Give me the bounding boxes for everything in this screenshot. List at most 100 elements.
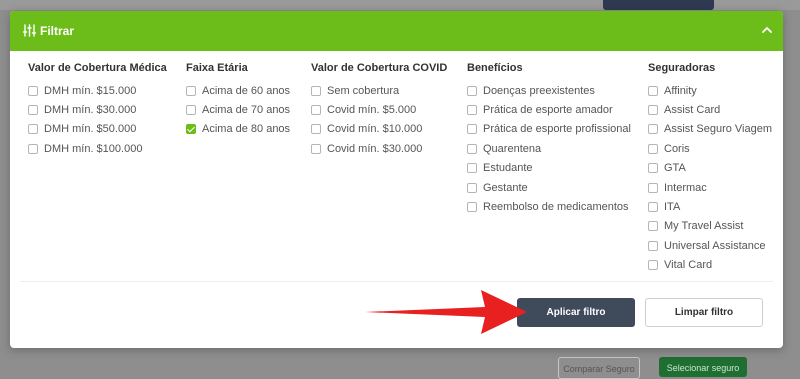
checkbox[interactable] <box>186 105 196 116</box>
checkbox[interactable] <box>28 143 38 154</box>
filter-group-title: Valor de Cobertura COVID <box>311 62 448 74</box>
filter-option-label: Intermac <box>664 181 707 194</box>
background-dark-button <box>603 0 714 10</box>
filter-option[interactable]: ITA <box>648 197 772 216</box>
checkbox[interactable] <box>648 143 658 154</box>
filter-option[interactable]: My Travel Assist <box>648 217 772 236</box>
filter-option-label: DMH mín. $30.000 <box>44 104 137 117</box>
filter-option[interactable]: GTA <box>648 159 772 178</box>
filter-option[interactable]: Sem cobertura <box>311 81 447 100</box>
filter-option-label: Estudante <box>483 162 533 175</box>
filter-group-title: Benefícios <box>467 62 523 74</box>
checkbox[interactable] <box>311 85 321 96</box>
checkbox[interactable] <box>311 124 321 135</box>
filter-option[interactable]: DMH mín. $50.000 <box>28 120 167 139</box>
checkbox[interactable] <box>648 124 658 135</box>
filter-option[interactable]: Covid mín. $5.000 <box>311 100 447 119</box>
checkbox[interactable] <box>648 85 658 96</box>
filter-option[interactable]: DMH mín. $30.000 <box>28 100 167 119</box>
checkbox[interactable] <box>648 182 658 193</box>
background-select-label: Selecionar seguro <box>666 363 740 373</box>
checkbox[interactable] <box>311 143 321 154</box>
checkbox[interactable] <box>648 105 658 116</box>
background-select-button: Selecionar seguro <box>659 357 747 377</box>
checkbox[interactable] <box>467 105 477 116</box>
checkbox[interactable] <box>648 221 658 232</box>
filter-group-title: Faixa Etária <box>186 62 248 74</box>
checkbox[interactable] <box>28 124 38 135</box>
filter-option[interactable]: Estudante <box>467 159 631 178</box>
filter-option-label: Covid mín. $10.000 <box>327 123 423 136</box>
sliders-icon <box>23 24 36 37</box>
background-compare-label: Comparar Seguro <box>563 364 635 374</box>
filter-group: Faixa Etária Acima de 60 anos Acima de 70 … <box>186 62 290 139</box>
filter-option[interactable]: Vital Card <box>648 256 772 275</box>
filter-option-label: Prática de esporte amador <box>483 104 613 117</box>
filter-option-label: Quarentena <box>483 142 542 155</box>
filter-option-label: Coris <box>664 142 690 155</box>
checkbox[interactable] <box>186 85 196 96</box>
filter-option[interactable]: DMH mín. $15.000 <box>28 81 167 100</box>
checkbox[interactable] <box>467 143 477 154</box>
filter-option-label: Assist Card <box>664 104 721 117</box>
filter-option[interactable]: Intermac <box>648 178 772 197</box>
filter-group: Valor de Cobertura COVID Sem cobertura Cov… <box>311 62 447 159</box>
filter-option[interactable]: Gestante <box>467 178 631 197</box>
filter-option[interactable]: Coris <box>648 139 772 158</box>
filter-option[interactable]: Assist Seguro Viagem <box>648 120 772 139</box>
filter-group-title: Seguradoras <box>648 62 716 74</box>
checkbox[interactable] <box>311 105 321 116</box>
filter-option-label: Covid mín. $5.000 <box>327 104 417 117</box>
filter-option-label: Covid mín. $30.000 <box>327 142 423 155</box>
checkbox[interactable] <box>467 124 477 135</box>
filter-group: Seguradoras Affinity Assist Card Assist Seg… <box>648 62 772 275</box>
checkbox[interactable] <box>28 85 38 96</box>
filter-title: Filtrar <box>40 24 75 38</box>
filter-group-title: Valor de Cobertura Médica <box>28 62 167 74</box>
filter-option[interactable]: Doenças preexistentes <box>467 81 631 100</box>
filter-option-label: Affinity <box>664 84 697 97</box>
filter-option-label: Gestante <box>483 181 528 194</box>
filter-option[interactable]: Acima de 60 anos <box>186 81 290 100</box>
filter-option[interactable]: Covid mín. $30.000 <box>311 139 447 158</box>
checkbox[interactable] <box>467 202 477 213</box>
filter-option-label: DMH mín. $100.000 <box>44 142 143 155</box>
filter-option-label: Universal Assistance <box>664 239 766 252</box>
filter-option-label: DMH mín. $15.000 <box>44 84 137 97</box>
filter-group: Valor de Cobertura Médica DMH mín. $15.00… <box>28 62 167 159</box>
filter-option[interactable]: Acima de 80 anos <box>186 120 290 139</box>
red-arrow-icon <box>365 290 527 334</box>
checkbox[interactable] <box>467 85 477 96</box>
clear-filter-button[interactable]: Limpar filtro <box>645 298 763 327</box>
apply-filter-button[interactable]: Aplicar filtro <box>517 298 635 327</box>
filter-option-label: Assist Seguro Viagem <box>664 123 773 136</box>
filter-option[interactable]: Quarentena <box>467 139 631 158</box>
chevron-up-icon[interactable] <box>761 24 773 36</box>
checkbox[interactable] <box>648 163 658 174</box>
filter-option-label: Reembolso de medicamentos <box>483 201 629 214</box>
checkbox[interactable] <box>648 202 658 213</box>
filter-option[interactable]: DMH mín. $100.000 <box>28 139 167 158</box>
checkbox[interactable] <box>28 105 38 116</box>
footer-divider <box>20 281 773 282</box>
checkbox[interactable] <box>648 260 658 271</box>
filter-option-label: Vital Card <box>664 259 713 272</box>
filter-option[interactable]: Universal Assistance <box>648 236 772 255</box>
filter-option[interactable]: Affinity <box>648 81 772 100</box>
checkbox[interactable] <box>648 240 658 251</box>
filter-option[interactable]: Assist Card <box>648 100 772 119</box>
filter-option[interactable]: Prática de esporte amador <box>467 100 631 119</box>
filter-option[interactable]: Covid mín. $10.000 <box>311 120 447 139</box>
filter-option-label: Prática de esporte profissional <box>483 123 631 136</box>
checkbox-checked[interactable] <box>186 124 196 135</box>
filter-option-label: ITA <box>664 201 681 214</box>
filter-header[interactable]: Filtrar <box>10 11 783 51</box>
filter-option-label: GTA <box>664 162 686 175</box>
checkbox[interactable] <box>467 182 477 193</box>
filter-option[interactable]: Reembolso de medicamentos <box>467 197 631 216</box>
filter-option[interactable]: Acima de 70 anos <box>186 100 290 119</box>
filter-option[interactable]: Prática de esporte profissional <box>467 120 631 139</box>
filter-option-label: DMH mín. $50.000 <box>44 123 137 136</box>
checkbox[interactable] <box>467 163 477 174</box>
filter-option-label: Acima de 60 anos <box>202 84 291 97</box>
